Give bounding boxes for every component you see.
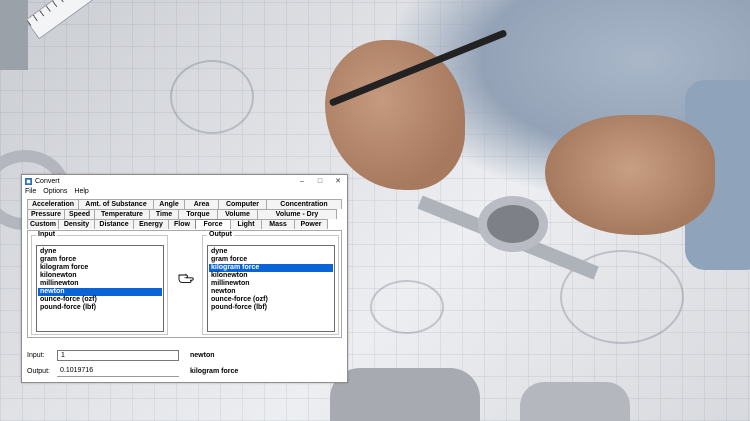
menu-bar: File Options Help	[22, 187, 347, 196]
tab-distance[interactable]: Distance	[94, 219, 134, 229]
output-unit-list[interactable]: dyne gram force kilogram force kilonewto…	[207, 245, 335, 332]
tab-area[interactable]: Area	[184, 199, 219, 209]
list-item[interactable]: kilonewton	[209, 272, 333, 280]
tab-volume-dry[interactable]: Volume - Dry	[257, 209, 337, 219]
pipe	[520, 382, 630, 421]
tab-density[interactable]: Density	[58, 219, 95, 229]
tab-amt-of-substance[interactable]: Amt. of Substance	[78, 199, 154, 209]
tab-flow[interactable]: Flow	[168, 219, 196, 229]
output-label: Output:	[27, 368, 50, 375]
input-value-field[interactable]: 1	[57, 350, 179, 361]
tab-speed[interactable]: Speed	[64, 209, 95, 219]
output-group-label: Output	[207, 231, 234, 238]
bearing	[478, 196, 548, 252]
menu-file[interactable]: File	[25, 188, 36, 195]
tab-time[interactable]: Time	[149, 209, 179, 219]
tab-row-3: Custom Density Distance Energy Flow Forc…	[27, 219, 341, 229]
tab-force[interactable]: Force	[195, 219, 231, 229]
output-value-field: 0.1019716	[57, 366, 179, 377]
list-item-selected[interactable]: kilogram force	[209, 264, 333, 272]
list-item[interactable]: ounce-force (ozf)	[38, 296, 162, 304]
close-button[interactable]: ✕	[329, 177, 347, 185]
list-item[interactable]: newton	[209, 288, 333, 296]
tab-volume[interactable]: Volume	[217, 209, 258, 219]
list-item[interactable]: kilonewton	[38, 272, 162, 280]
tab-strip: Acceleration Amt. of Substance Angle Are…	[27, 199, 342, 229]
input-group: Input dyne gram force kilogram force kil…	[31, 231, 168, 335]
tab-power[interactable]: Power	[294, 219, 328, 229]
tab-light[interactable]: Light	[230, 219, 262, 229]
input-unit-list[interactable]: dyne gram force kilogram force kilonewto…	[36, 245, 164, 332]
input-label: Input:	[27, 352, 45, 359]
tab-row-2: Pressure Speed Temperature Time Torque V…	[27, 209, 341, 219]
tab-temperature[interactable]: Temperature	[94, 209, 150, 219]
tab-row-1: Acceleration Amt. of Substance Angle Are…	[27, 199, 342, 209]
output-row: Output: 0.1019716 kilogram force	[27, 366, 342, 378]
blueprint-circle	[370, 280, 444, 334]
list-item[interactable]: dyne	[38, 248, 162, 256]
app-icon	[25, 177, 32, 185]
tab-concentration[interactable]: Concentration	[266, 199, 342, 209]
list-item[interactable]: millinewton	[38, 280, 162, 288]
tab-mass[interactable]: Mass	[261, 219, 295, 229]
tab-energy[interactable]: Energy	[133, 219, 169, 229]
tab-computer[interactable]: Computer	[218, 199, 267, 209]
list-item[interactable]: millinewton	[209, 280, 333, 288]
convert-window: Convert – □ ✕ File Options Help Accelera…	[21, 174, 348, 383]
pipe	[330, 368, 480, 421]
list-item[interactable]: gram force	[38, 256, 162, 264]
list-item[interactable]: dyne	[209, 248, 333, 256]
input-group-label: Input	[36, 231, 58, 238]
tab-pressure[interactable]: Pressure	[27, 209, 65, 219]
tab-custom[interactable]: Custom	[27, 219, 59, 229]
tab-angle[interactable]: Angle	[153, 199, 185, 209]
output-unit-label: kilogram force	[190, 368, 239, 375]
maximize-button[interactable]: □	[311, 178, 329, 185]
window-title: Convert	[35, 177, 60, 185]
list-item[interactable]: pound-force (lbf)	[38, 304, 162, 312]
blueprint-circle	[170, 60, 254, 134]
pointing-hand-icon	[178, 273, 194, 283]
list-item[interactable]: gram force	[209, 256, 333, 264]
list-item[interactable]: pound-force (lbf)	[209, 304, 333, 312]
tab-torque[interactable]: Torque	[178, 209, 218, 219]
menu-help[interactable]: Help	[74, 188, 88, 195]
list-item[interactable]: kilogram force	[38, 264, 162, 272]
input-unit-label: newton	[190, 352, 215, 359]
list-item[interactable]: ounce-force (ozf)	[209, 296, 333, 304]
metal-block	[0, 0, 28, 70]
menu-options[interactable]: Options	[43, 188, 67, 195]
input-row: Input: 1 newton	[27, 350, 342, 362]
minimize-button[interactable]: –	[293, 178, 311, 185]
force-panel: Input dyne gram force kilogram force kil…	[27, 230, 342, 338]
output-group: Output dyne gram force kilogram force ki…	[202, 231, 339, 335]
tab-acceleration[interactable]: Acceleration	[27, 199, 79, 209]
list-item-selected[interactable]: newton	[38, 288, 162, 296]
title-bar[interactable]: Convert – □ ✕	[22, 175, 347, 187]
